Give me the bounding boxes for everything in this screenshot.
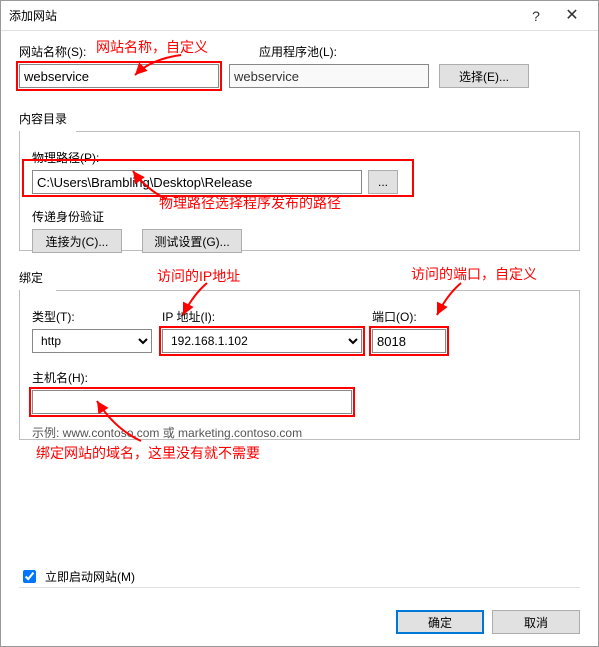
port-label: 端口(O):	[372, 308, 462, 325]
cancel-button[interactable]: 取消	[492, 610, 580, 634]
contentdir-legend: 内容目录	[19, 110, 580, 127]
select-apppool-button[interactable]: 选择(E)...	[439, 64, 529, 88]
sitename-label: 网站名称(S):	[19, 43, 219, 60]
physpath-highlight	[24, 161, 412, 195]
ip-select[interactable]: 192.168.1.102	[162, 329, 362, 353]
apppool-input	[229, 64, 429, 88]
help-button[interactable]: ?	[518, 5, 554, 27]
port-input[interactable]	[372, 329, 446, 353]
host-label: 主机名(H):	[32, 369, 567, 386]
add-website-dialog: 添加网站 ? ✕ 网站名称(S): 应用程序池(L): 选择(E)... 网站名…	[0, 0, 599, 647]
connect-as-button[interactable]: 连接为(C)...	[32, 229, 122, 253]
apppool-label: 应用程序池(L):	[259, 43, 580, 60]
watermark-logo-icon	[359, 598, 397, 636]
type-select[interactable]: http	[32, 329, 152, 353]
host-input[interactable]	[32, 390, 352, 414]
close-button[interactable]: ✕	[554, 5, 590, 27]
binding-example: 示例: www.contoso.com 或 marketing.contoso.…	[32, 424, 567, 441]
start-now-label: 立即启动网站(M)	[45, 568, 135, 585]
type-label: 类型(T):	[32, 308, 162, 325]
annotation-host: 绑定网站的域名，这里没有就不需要	[36, 443, 260, 463]
start-now-checkbox[interactable]	[23, 570, 36, 583]
binding-legend: 绑定	[19, 269, 580, 286]
ip-label: IP 地址(I):	[162, 308, 372, 325]
auth-label: 传递身份验证	[32, 208, 567, 225]
test-settings-button[interactable]: 测试设置(G)...	[142, 229, 242, 253]
dialog-title: 添加网站	[9, 1, 518, 31]
start-now-row: 立即启动网站(M)	[19, 567, 135, 586]
ok-button[interactable]: 确定	[396, 610, 484, 634]
sitename-input[interactable]	[19, 64, 219, 88]
titlebar: 添加网站 ? ✕	[1, 1, 598, 31]
dialog-footer: 确定 取消	[396, 610, 580, 634]
